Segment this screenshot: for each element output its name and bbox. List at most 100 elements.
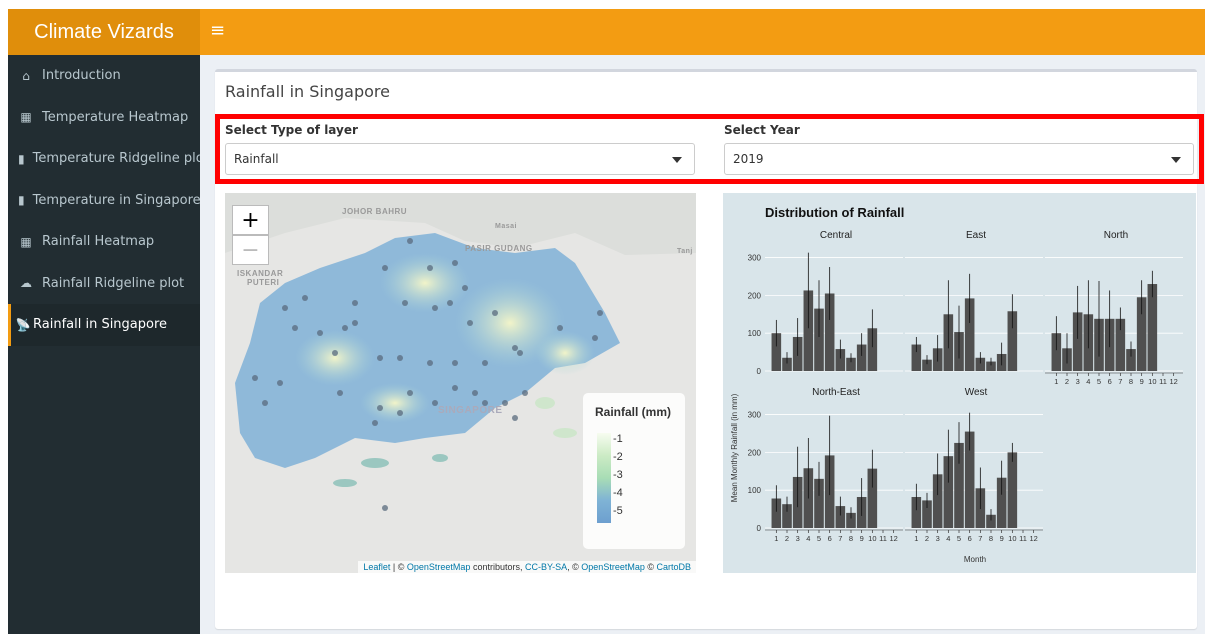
layer-select[interactable]: Rainfall: [225, 143, 695, 175]
x-tick-label: 4: [946, 534, 950, 543]
weather-station-marker: [512, 415, 518, 421]
y-axis-label: Mean Monthly Rainfall (in mm): [730, 393, 739, 502]
rainfall-distribution-chart: Distribution of Rainfall Mean Monthly Rai…: [723, 193, 1196, 573]
place-label: SINGAPORE: [438, 405, 503, 416]
license-link[interactable]: CC-BY-SA: [525, 562, 567, 572]
sidebar-item-temperature-in-singapore[interactable]: ▮ Temperature in Singapore: [8, 180, 201, 222]
weather-station-marker: [262, 400, 268, 406]
layer-select-value: Rainfall: [234, 152, 279, 166]
top-margin: [0, 0, 1205, 9]
facet-strip-label: East: [966, 230, 986, 241]
weather-station-marker: [407, 390, 413, 396]
chart-title: Distribution of Rainfall: [765, 205, 904, 220]
x-tick-label: 9: [1000, 534, 1004, 543]
thermometer-icon: ▮: [18, 151, 25, 166]
y-tick-label: 200: [748, 291, 762, 300]
y-tick-label: 100: [748, 329, 762, 338]
x-tick-label: 11: [1159, 377, 1167, 386]
x-tick-label: 7: [838, 534, 842, 543]
place-label: Tanj: [677, 248, 693, 255]
y-tick-label: 0: [757, 367, 762, 376]
weather-station-marker: [397, 355, 403, 361]
x-tick-label: 3: [796, 534, 800, 543]
weather-station-marker: [597, 310, 603, 316]
weather-station-marker: [592, 335, 598, 341]
osm-link[interactable]: OpenStreetMap: [581, 562, 645, 572]
weather-station-marker: [462, 285, 468, 291]
page-title: Rainfall in Singapore: [225, 82, 390, 101]
weather-station-marker: [452, 260, 458, 266]
attribution-text: | ©: [390, 562, 407, 572]
sidebar-item-rainfall-ridgeline-plot[interactable]: ☁ Rainfall Ridgeline plot: [8, 263, 200, 305]
x-tick-label: 12: [1029, 534, 1037, 543]
x-tick-label: 11: [879, 534, 887, 543]
cartodb-link[interactable]: CartoDB: [656, 562, 691, 572]
x-tick-label: 7: [1118, 377, 1122, 386]
sidebar-item-introduction[interactable]: ⌂ Introduction: [8, 55, 200, 97]
weather-station-marker: [302, 295, 308, 301]
x-tick-label: 7: [978, 534, 982, 543]
x-tick-label: 2: [785, 534, 789, 543]
small-island: [535, 397, 555, 409]
y-tick-label: 0: [757, 524, 762, 533]
sidebar-item-label: Temperature Heatmap: [42, 109, 189, 125]
year-select[interactable]: 2019: [724, 143, 1194, 175]
weather-station-marker: [377, 355, 383, 361]
x-tick-label: 12: [889, 534, 897, 543]
weather-station-marker: [342, 325, 348, 331]
chevron-down-icon: [672, 157, 682, 163]
legend-tick: -1: [613, 433, 623, 445]
legend-tick: -5: [613, 505, 623, 517]
legend-tick: -4: [613, 487, 623, 499]
x-tick-label: 4: [806, 534, 810, 543]
calendar-icon: ▦: [20, 234, 32, 249]
x-tick-label: 8: [1129, 377, 1133, 386]
year-select-value: 2019: [733, 152, 764, 166]
x-tick-label: 9: [860, 534, 864, 543]
weather-station-marker: [512, 345, 518, 351]
weather-station-marker: [377, 405, 383, 411]
facet-strip-label: North-East: [812, 387, 860, 398]
legend-tick: -2: [613, 451, 623, 463]
x-tick-label: 8: [849, 534, 853, 543]
place-label: JOHOR BAHRU: [342, 207, 408, 216]
calendar-icon: ▦: [20, 110, 32, 125]
facet-strip-label: North: [1104, 230, 1128, 241]
cloud-icon: ☁: [20, 276, 32, 291]
weather-station-marker: [472, 390, 478, 396]
legend-color-ramp: [597, 433, 611, 523]
legend-tick: -3: [613, 469, 623, 481]
x-tick-label: 6: [828, 534, 832, 543]
weather-station-marker: [337, 390, 343, 396]
sidebar-item-label: Rainfall in Singapore: [33, 317, 168, 333]
sidebar-item-label: Rainfall Heatmap: [42, 234, 155, 250]
x-tick-label: 5: [957, 534, 961, 543]
weather-station-marker: [282, 305, 288, 311]
facet-strip-label: Central: [820, 230, 852, 241]
leaflet-link[interactable]: Leaflet: [363, 562, 390, 572]
place-label: PASIR GUDANG: [465, 244, 533, 253]
x-tick-label: 5: [1097, 377, 1101, 386]
sidebar-item-temperature-ridgeline-plot[interactable]: ▮ Temperature Ridgeline plot: [8, 138, 209, 180]
weather-station-marker: [352, 320, 358, 326]
attribution-text: , ©: [567, 562, 582, 572]
x-tick-label: 10: [868, 534, 876, 543]
sidebar-item-rainfall-heatmap[interactable]: ▦ Rainfall Heatmap: [8, 221, 200, 263]
x-tick-label: 1: [914, 534, 918, 543]
menu-toggle-icon[interactable]: ≡: [210, 20, 225, 41]
signal-icon: 📡: [15, 317, 31, 332]
map-attribution: Leaflet | © OpenStreetMap contributors, …: [358, 561, 696, 573]
small-island: [333, 479, 357, 487]
x-tick-label: 2: [1065, 377, 1069, 386]
rainfall-map[interactable]: + − JOHOR BAHRU Masai PASIR GUDANG ISKAN…: [225, 193, 696, 573]
thermometer-icon: ▮: [18, 193, 25, 208]
weather-station-marker: [427, 265, 433, 271]
weather-station-marker: [502, 400, 508, 406]
sidebar-item-temperature-heatmap[interactable]: ▦ Temperature Heatmap: [8, 97, 200, 139]
zoom-in-button[interactable]: +: [232, 205, 269, 235]
app-logo[interactable]: Climate Vizards: [8, 9, 200, 55]
weather-station-marker: [397, 410, 403, 416]
zoom-out-button[interactable]: −: [232, 235, 269, 265]
sidebar-item-rainfall-in-singapore[interactable]: 📡 Rainfall in Singapore: [8, 304, 200, 346]
osm-link[interactable]: OpenStreetMap: [407, 562, 471, 572]
